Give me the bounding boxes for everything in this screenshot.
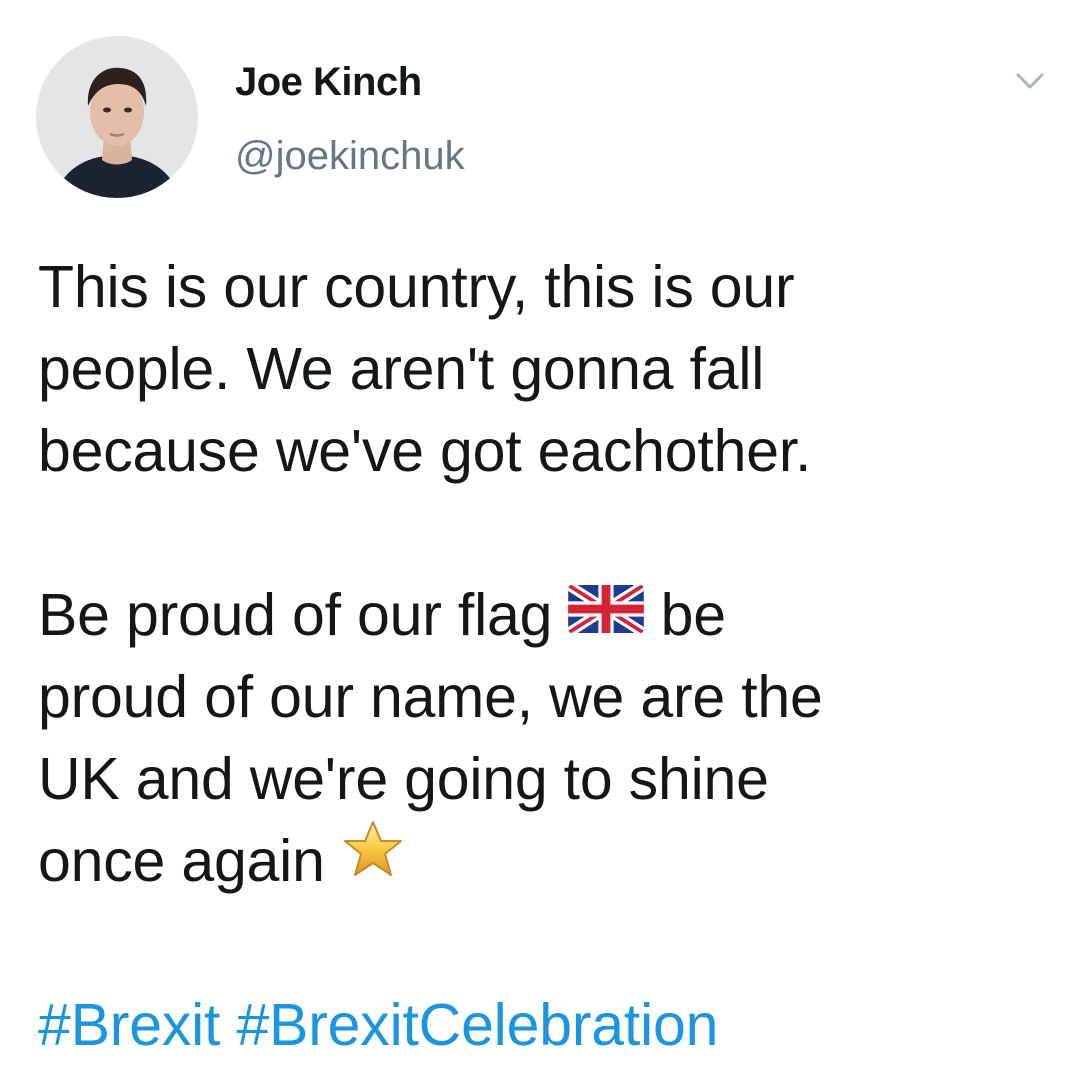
- tweet-line: This is our country, this is our: [38, 254, 795, 320]
- tweet-line: people. We aren't gonna fall: [38, 336, 765, 402]
- author-handle[interactable]: @joekinchuk: [235, 134, 465, 179]
- tweet-line-with-star: once again: [38, 820, 1048, 902]
- star-icon: [341, 818, 405, 901]
- hashtag-brexit-celebration[interactable]: #BrexitCelebration: [236, 992, 718, 1058]
- hashtags-line: #Brexit #BrexitCelebration: [38, 984, 1048, 1066]
- tweet-text-segment: Be proud of our flag: [38, 582, 553, 648]
- tweet-line: because we've got eachother.: [38, 418, 812, 484]
- tweet-line-with-flag: Be proud of our flag be: [38, 574, 1048, 656]
- hashtag-brexit[interactable]: #Brexit: [38, 992, 220, 1058]
- tweet-text-segment: be: [660, 582, 726, 648]
- tweet-text-segment: once again: [38, 828, 325, 894]
- tweet-line: proud of our name, we are the: [38, 664, 823, 730]
- chevron-down-icon[interactable]: [1010, 66, 1050, 96]
- tweet-card: Joe Kinch @joekinchuk This is our countr…: [0, 0, 1080, 1081]
- tweet-line: UK and we're going to shine: [38, 746, 769, 812]
- tweet-text: This is our country, this is our people.…: [38, 246, 1048, 1066]
- author-name[interactable]: Joe Kinch: [235, 60, 422, 105]
- avatar[interactable]: [36, 36, 198, 198]
- uk-flag-icon: [568, 572, 645, 654]
